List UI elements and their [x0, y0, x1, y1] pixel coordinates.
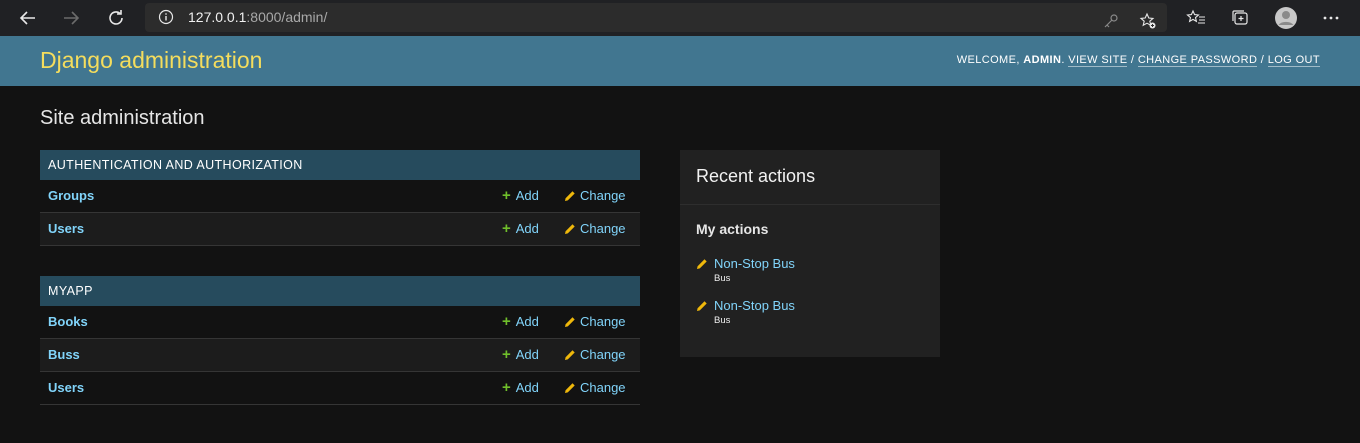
recent-action-link[interactable]: Non-Stop Bus [714, 256, 795, 271]
model-link[interactable]: Books [48, 314, 88, 329]
change-label: Change [580, 380, 626, 395]
site-brand[interactable]: Django administration [40, 47, 262, 74]
add-favorite-icon[interactable] [1136, 9, 1160, 33]
profile-avatar-icon[interactable] [1274, 6, 1298, 30]
view-site-link[interactable]: VIEW SITE [1068, 54, 1128, 67]
add-label: Add [515, 314, 539, 329]
model-link[interactable]: Buss [48, 347, 80, 362]
forward-icon[interactable] [58, 5, 84, 31]
plus-icon: + [502, 187, 511, 204]
change-button[interactable]: Change [564, 314, 626, 329]
browser-toolbar: 127.0.0.1:8000/admin/ [0, 0, 1360, 36]
add-label: Add [515, 380, 539, 395]
add-button[interactable]: + Add [502, 188, 539, 203]
plus-icon: + [502, 220, 511, 237]
change-button[interactable]: Change [564, 221, 626, 236]
pencil-icon [565, 349, 575, 360]
user-tools: WELCOME, ADMIN. VIEW SITE / CHANGE PASSW… [956, 54, 1320, 67]
model-link[interactable]: Groups [48, 188, 94, 203]
plus-icon: + [502, 313, 511, 330]
model-row-groups: Groups + Add Change [40, 180, 640, 213]
key-icon[interactable] [1099, 9, 1123, 33]
module-myapp: MYAPP Books + Add Change Buss + Add Change… [40, 276, 640, 405]
add-button[interactable]: + Add [502, 380, 539, 395]
welcome-text: WELCOME, [956, 54, 1024, 66]
my-actions-heading: My actions [696, 221, 769, 237]
pencil-icon [565, 190, 575, 201]
model-row-users: Users + Add Change [40, 372, 640, 405]
log-out-link[interactable]: LOG OUT [1267, 54, 1320, 67]
pencil-icon [697, 301, 707, 311]
admin-header: Django administration WELCOME, ADMIN. VI… [0, 36, 1360, 86]
module-caption[interactable]: MYAPP [40, 276, 640, 306]
change-label: Change [580, 314, 626, 329]
change-label: Change [580, 347, 626, 362]
change-button[interactable]: Change [564, 380, 626, 395]
add-label: Add [515, 347, 539, 362]
refresh-icon[interactable] [103, 5, 129, 31]
collections-icon[interactable] [1228, 6, 1252, 30]
recent-action-type: Bus [714, 315, 731, 326]
add-button[interactable]: + Add [502, 314, 539, 329]
plus-icon: + [502, 346, 511, 363]
pencil-icon [565, 316, 575, 327]
page-title: Site administration [40, 107, 205, 129]
url-text: 127.0.0.1:8000/admin/ [188, 9, 327, 25]
pencil-icon [565, 223, 575, 234]
model-row-buss: Buss + Add Change [40, 339, 640, 372]
divider [680, 204, 940, 205]
url-host: 127.0.0.1 [188, 9, 247, 25]
change-button[interactable]: Change [564, 347, 626, 362]
add-button[interactable]: + Add [502, 347, 539, 362]
site-info-icon[interactable] [158, 9, 174, 29]
model-row-books: Books + Add Change [40, 306, 640, 339]
pencil-icon [565, 382, 575, 393]
add-label: Add [515, 188, 539, 203]
model-link[interactable]: Users [48, 380, 84, 395]
recent-actions-title: Recent actions [696, 166, 816, 186]
recent-action-type: Bus [714, 273, 731, 284]
url-path: :8000/admin/ [246, 9, 328, 25]
model-link[interactable]: Users [48, 221, 84, 236]
change-password-link[interactable]: CHANGE PASSWORD [1137, 54, 1258, 67]
module-caption[interactable]: AUTHENTICATION AND AUTHORIZATION [40, 150, 640, 180]
model-row-users: Users + Add Change [40, 213, 640, 246]
more-menu-icon[interactable] [1319, 6, 1343, 30]
module-auth: AUTHENTICATION AND AUTHORIZATION Groups … [40, 150, 640, 246]
change-button[interactable]: Change [564, 188, 626, 203]
recent-actions-panel: Recent actions My actions Non-Stop Bus B… [680, 150, 940, 357]
back-icon[interactable] [15, 5, 41, 31]
add-label: Add [515, 221, 539, 236]
change-label: Change [580, 188, 626, 203]
plus-icon: + [502, 379, 511, 396]
pencil-icon [697, 259, 707, 269]
add-button[interactable]: + Add [502, 221, 539, 236]
favorites-icon[interactable] [1184, 6, 1208, 30]
address-bar[interactable]: 127.0.0.1:8000/admin/ [145, 3, 1167, 32]
username: ADMIN [1023, 54, 1062, 66]
recent-action-link[interactable]: Non-Stop Bus [714, 298, 795, 313]
change-label: Change [580, 221, 626, 236]
